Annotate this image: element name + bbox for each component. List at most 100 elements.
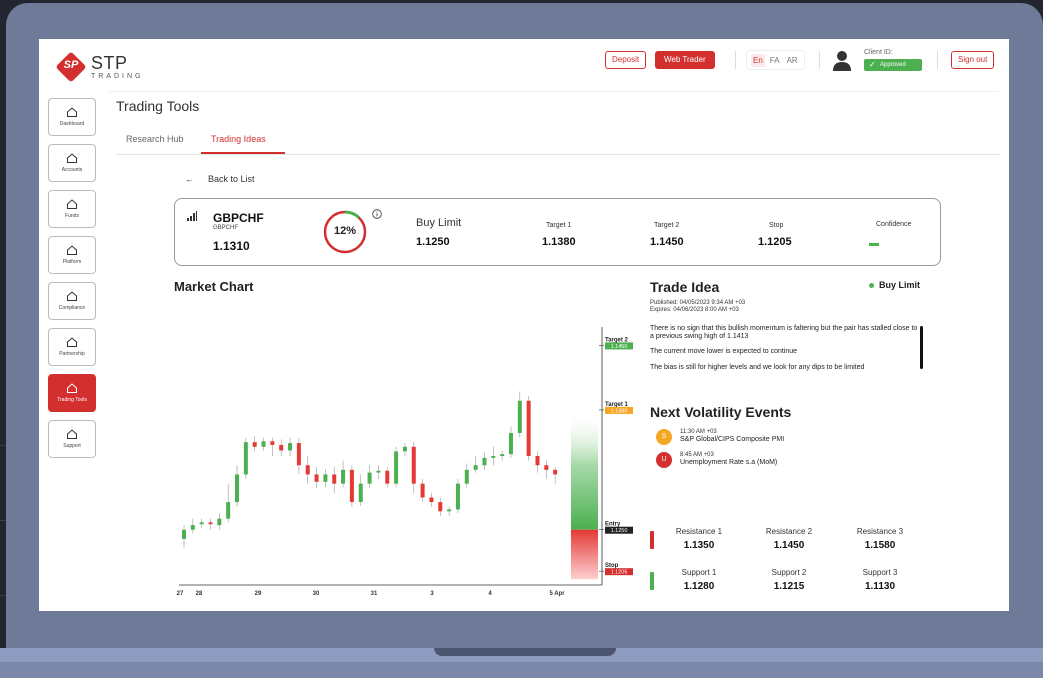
home-icon xyxy=(67,291,77,301)
candle xyxy=(517,400,522,433)
trade-idea-title: Trade Idea xyxy=(650,279,720,295)
published-date: Published: 04/05/2023 9:34 AM +03 xyxy=(650,300,746,306)
candle xyxy=(500,454,505,456)
candle xyxy=(455,483,460,510)
trade-status: Buy Limit xyxy=(879,280,921,290)
candle xyxy=(182,529,186,539)
sidebar-item-funds[interactable]: Funds xyxy=(48,190,96,228)
candle xyxy=(323,474,328,482)
scrollbar[interactable] xyxy=(920,326,923,369)
candle xyxy=(279,444,284,451)
home-icon xyxy=(67,245,77,255)
support-2-label: Support 2 xyxy=(771,568,807,577)
level-value: 1.1380 xyxy=(611,408,628,414)
home-icon xyxy=(67,107,77,117)
target2-value: 1.1450 xyxy=(650,236,684,248)
support-indicator xyxy=(650,572,654,590)
trade-paragraph: The bias is still for higher levels and … xyxy=(650,364,865,371)
candle xyxy=(447,509,452,512)
support-3-label: Support 3 xyxy=(862,568,898,577)
sidebar-item-compliance[interactable]: Compliance xyxy=(48,282,96,320)
back-to-list-link[interactable]: ← Back to List xyxy=(185,174,255,184)
sidebar-item-dashboard[interactable]: Dashboard xyxy=(48,98,96,136)
status-badge: ✓ Approved xyxy=(864,59,922,71)
profit-zone xyxy=(571,409,598,530)
candle xyxy=(402,446,407,452)
arrow-left-icon: ← xyxy=(185,174,194,184)
market-chart-title: Market Chart xyxy=(174,279,254,294)
percent-value: 12% xyxy=(333,225,357,237)
support-1-value: 1.1280 xyxy=(683,581,715,592)
page-title: Trading Tools xyxy=(116,98,200,114)
home-icon xyxy=(67,337,77,347)
signal-bars-icon xyxy=(187,211,197,221)
lang-fa[interactable]: FA xyxy=(768,54,782,67)
x-tick-label: 29 xyxy=(255,591,262,597)
candle xyxy=(473,465,478,470)
resistance-3-value: 1.1580 xyxy=(864,540,896,551)
candle xyxy=(553,469,558,475)
tab-trading-ideas[interactable]: Trading Ideas xyxy=(211,134,266,144)
trade-paragraph: The current move lower is expected to co… xyxy=(650,348,798,355)
expires-date: Expires: 04/06/2023 8:00 AM +03 xyxy=(650,307,739,313)
trade-paragraph: There is no sign that this bullish momen… xyxy=(650,325,918,340)
target1-value: 1.1380 xyxy=(542,236,576,248)
home-icon xyxy=(67,383,77,393)
sidebar-item-trading-tools[interactable]: Trading Tools xyxy=(48,374,96,412)
stop-label: Stop xyxy=(769,222,784,229)
sidebar-item-support[interactable]: Support xyxy=(48,420,96,458)
event-name[interactable]: S&P Global/CIPS Composite PMI xyxy=(680,436,784,443)
laptop-notch xyxy=(434,648,616,656)
logo-sub-text: TRADING xyxy=(91,73,144,80)
lang-ar[interactable]: AR xyxy=(785,54,800,67)
candle xyxy=(305,465,310,475)
sign-out-button[interactable]: Sign out xyxy=(951,51,995,69)
x-tick-label: 3 xyxy=(430,591,434,597)
candle xyxy=(429,497,434,503)
sidebar-item-partnership[interactable]: Partnership xyxy=(48,328,96,366)
logo-badge-icon: SP xyxy=(55,51,87,83)
candle xyxy=(235,474,240,503)
deposit-button[interactable]: Deposit xyxy=(605,51,647,69)
event-name[interactable]: Unemployment Rate s.a (MoM) xyxy=(680,459,777,466)
tab-research-hub[interactable]: Research Hub xyxy=(126,134,184,144)
web-trader-button[interactable]: Web Trader xyxy=(655,51,715,69)
candle xyxy=(199,522,204,525)
candle xyxy=(332,474,337,484)
level-value: 1.1205 xyxy=(611,570,628,576)
lang-en[interactable]: En xyxy=(751,53,765,67)
candle xyxy=(385,470,390,484)
resistance-2-label: Resistance 2 xyxy=(765,527,813,536)
candle xyxy=(438,502,443,512)
market-chart[interactable]: Target 21.1450Target 11.1380Entry1.1250S… xyxy=(174,317,644,611)
buy-limit-value: 1.1250 xyxy=(416,236,450,248)
stop-value: 1.1205 xyxy=(758,236,792,248)
instrument-symbol: GBPCHF xyxy=(213,211,264,225)
candle xyxy=(190,525,195,530)
candle xyxy=(252,442,257,447)
sidebar-item-platform[interactable]: Platform xyxy=(48,236,96,274)
check-icon: ✓ xyxy=(869,60,876,69)
instrument-card: GBPCHF GBPCHF 1.1310 12% Buy Limit 1.125… xyxy=(174,198,941,266)
candle xyxy=(420,483,425,498)
user-avatar-icon[interactable] xyxy=(831,49,853,71)
tabs-divider xyxy=(116,154,1000,155)
candle xyxy=(367,472,372,484)
divider xyxy=(819,51,820,69)
loss-zone xyxy=(571,529,598,580)
level-value: 1.1450 xyxy=(611,344,628,350)
x-tick-label: 27 xyxy=(177,591,184,597)
info-icon[interactable] xyxy=(372,209,382,219)
language-switcher: En FA AR xyxy=(746,50,805,70)
candle xyxy=(376,470,381,473)
instrument-subtitle: GBPCHF xyxy=(213,225,239,231)
logo[interactable]: SP STP TRADING xyxy=(55,51,144,83)
candle xyxy=(394,451,399,484)
support-1-label: Support 1 xyxy=(681,568,717,577)
app-screen: SP STP TRADING Deposit Web Trader En FA … xyxy=(39,39,1009,611)
sidebar-item-accounts[interactable]: Accounts xyxy=(48,144,96,182)
candle xyxy=(482,457,487,466)
home-icon xyxy=(67,153,77,163)
x-tick-label: 28 xyxy=(196,591,203,597)
candle xyxy=(544,465,549,470)
